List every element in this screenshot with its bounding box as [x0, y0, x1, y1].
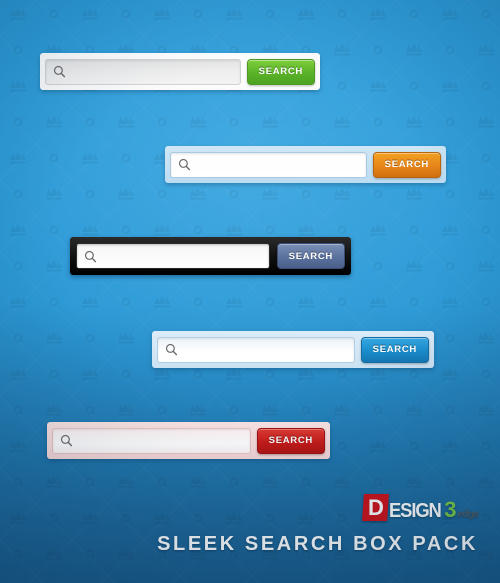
logo-word: ESIGN [389, 500, 442, 522]
search-field-4[interactable] [157, 336, 355, 363]
search-button-5[interactable]: SEARCH [256, 427, 325, 454]
search-box-black-slate: SEARCH [70, 237, 351, 275]
page-title: SLEEK SEARCH BOX PACK [157, 533, 478, 555]
search-box-blue-orange: SEARCH [165, 146, 446, 183]
logo-suffix: edge [457, 509, 480, 520]
search-box-light-green: SEARCH [40, 53, 320, 90]
search-field-5[interactable] [52, 427, 251, 454]
search-input-4[interactable] [184, 337, 354, 362]
logo-d-letter: D [367, 494, 384, 520]
search-button-4[interactable]: SEARCH [360, 336, 429, 363]
search-field-3[interactable] [76, 243, 270, 269]
search-input-3[interactable] [103, 244, 269, 268]
magnifier-icon [53, 429, 79, 453]
search-box-pink-red: SEARCH [47, 422, 330, 459]
search-input-5[interactable] [79, 428, 250, 453]
search-button-3[interactable]: SEARCH [276, 243, 345, 269]
poster-canvas: SEARCH SEARCH SEARCH SEARCH SEARCH D ESI… [0, 0, 500, 583]
search-button-1[interactable]: SEARCH [246, 58, 315, 85]
search-button-2[interactable]: SEARCH [372, 151, 441, 178]
magnifier-icon [46, 60, 72, 84]
magnifier-icon [158, 338, 184, 362]
design3edge-logo: D ESIGN 3 edge [362, 494, 480, 522]
search-input-2[interactable] [197, 152, 366, 177]
logo-digit: 3 [444, 497, 457, 522]
search-input-1[interactable] [72, 59, 240, 84]
magnifier-icon [171, 153, 197, 177]
magnifier-icon [77, 244, 103, 268]
search-field-1[interactable] [45, 58, 241, 85]
logo-d-badge: D [362, 494, 389, 521]
search-field-2[interactable] [170, 151, 367, 178]
search-box-lightblue-azure: SEARCH [152, 331, 434, 368]
